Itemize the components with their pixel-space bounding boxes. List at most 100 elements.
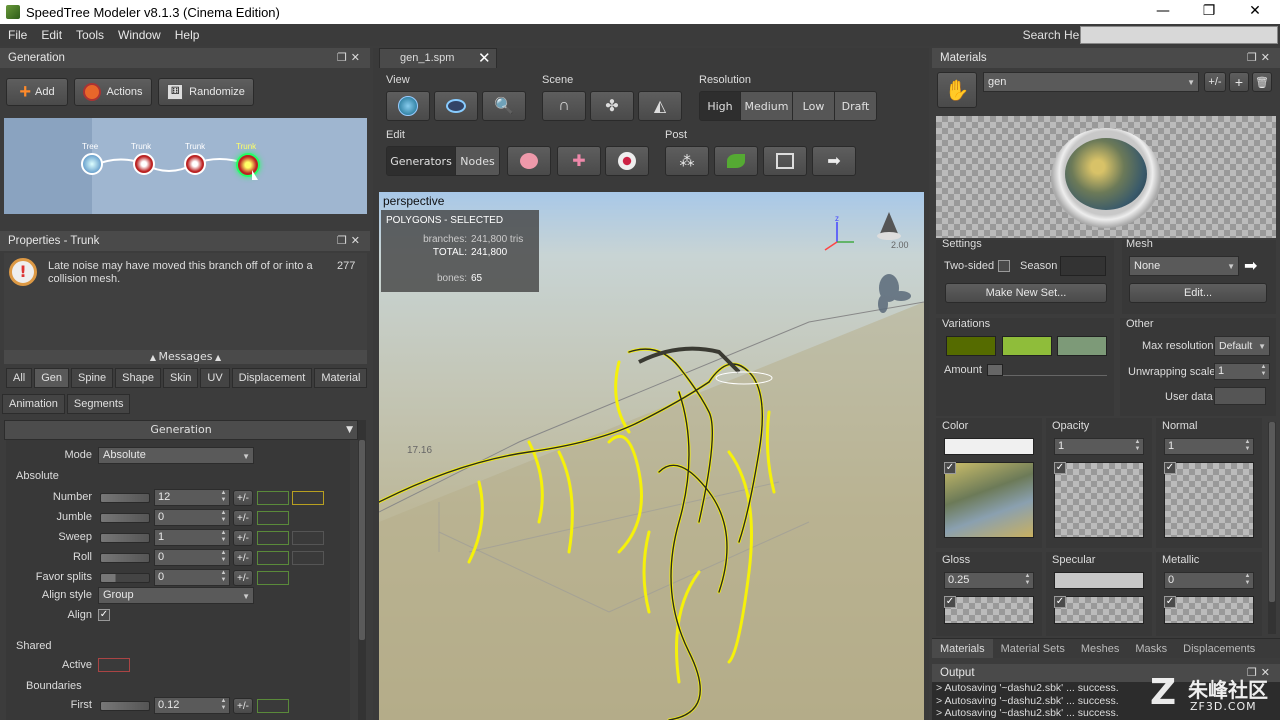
- post-export-button[interactable]: [763, 146, 807, 176]
- scene-wind-button[interactable]: ∩: [542, 91, 586, 121]
- spin-arrows-icon[interactable]: ▲ ▼: [219, 550, 228, 565]
- randomize-button[interactable]: ⚅ Randomize: [158, 78, 254, 106]
- map-value-field[interactable]: 1 ▲ ▼: [1164, 438, 1254, 455]
- align-style-dropdown[interactable]: Group: [98, 587, 254, 604]
- map-value-field[interactable]: 1 ▲ ▼: [1054, 438, 1144, 455]
- actions-button[interactable]: Actions: [74, 78, 152, 106]
- map-enable-checkbox[interactable]: ✓: [1164, 596, 1176, 608]
- row-value-field[interactable]: 1 ▲ ▼: [154, 529, 230, 546]
- row-slider[interactable]: [100, 533, 150, 543]
- spin-arrows-icon[interactable]: ▲ ▼: [219, 698, 228, 713]
- align-checkbox[interactable]: ✓: [98, 609, 110, 621]
- post-leaf-button[interactable]: [714, 146, 758, 176]
- row-curve-swatch[interactable]: [257, 571, 289, 585]
- spin-arrows-icon[interactable]: ▲ ▼: [219, 530, 228, 545]
- close-tab-icon[interactable]: ✕: [478, 49, 491, 67]
- map-texture-empty[interactable]: [1164, 596, 1254, 624]
- tab-all[interactable]: All: [6, 368, 33, 388]
- resolution-medium[interactable]: Medium: [740, 92, 792, 120]
- trunk-node-2-icon[interactable]: [184, 153, 206, 175]
- tab-displacements[interactable]: Displacements: [1175, 639, 1263, 658]
- map-color-swatch[interactable]: [944, 438, 1034, 455]
- edit-target-button[interactable]: [605, 146, 649, 176]
- variation-swatch[interactable]: [946, 336, 996, 356]
- 3d-viewport[interactable]: perspective z 2.00 17.16 POLYGONS - SELE…: [379, 192, 924, 720]
- pan-hand-button[interactable]: ✋: [937, 72, 977, 108]
- material-plus-minus-button[interactable]: +/-: [1204, 72, 1226, 92]
- edit-nodes-button[interactable]: Nodes: [455, 147, 499, 175]
- row-curve-swatch[interactable]: [257, 531, 289, 545]
- mesh-arrow-icon[interactable]: ➡: [1244, 256, 1268, 276]
- tab-meshes[interactable]: Meshes: [1073, 639, 1128, 658]
- add-material-button[interactable]: +: [1229, 72, 1249, 92]
- spin-arrows-icon[interactable]: ▲ ▼: [1243, 573, 1252, 588]
- tab-skin[interactable]: Skin: [162, 368, 199, 388]
- spin-arrows-icon[interactable]: ▲ ▼: [1243, 439, 1252, 454]
- tab-gen[interactable]: Gen: [34, 368, 70, 388]
- mesh-dropdown[interactable]: None: [1129, 256, 1239, 276]
- messages-toggle[interactable]: ▲ Messages ▲: [4, 350, 367, 364]
- trunk-node-1-icon[interactable]: [133, 153, 155, 175]
- active-color-swatch[interactable]: [98, 658, 130, 672]
- map-texture-empty[interactable]: [1054, 462, 1144, 538]
- first-slider[interactable]: [100, 701, 150, 711]
- tab-spine[interactable]: Spine: [71, 368, 114, 388]
- view-globe-button[interactable]: [386, 91, 430, 121]
- tree-node-icon[interactable]: [81, 153, 103, 175]
- properties-panel-controls-icon[interactable]: ❐✕: [337, 234, 364, 247]
- row-value-field[interactable]: 0 ▲ ▼: [154, 509, 230, 526]
- map-enable-checkbox[interactable]: ✓: [1054, 462, 1066, 474]
- row-slider[interactable]: [100, 513, 150, 523]
- amount-slider[interactable]: [987, 364, 1107, 376]
- material-preview[interactable]: [936, 116, 1276, 238]
- mode-dropdown[interactable]: Absolute: [98, 447, 254, 464]
- spin-arrows-icon[interactable]: ▲ ▼: [1023, 573, 1032, 588]
- menu-tools[interactable]: Tools: [69, 28, 111, 42]
- document-tab[interactable]: gen_1.spm ✕: [379, 48, 497, 68]
- resolution-low[interactable]: Low: [792, 92, 834, 120]
- node-graph[interactable]: Tree Trunk Trunk Trunk: [4, 118, 367, 214]
- row-curve-swatch[interactable]: [257, 551, 289, 565]
- map-enable-checkbox[interactable]: ✓: [944, 462, 956, 474]
- material-name-dropdown[interactable]: gen: [983, 72, 1199, 92]
- map-value-field[interactable]: 0.25 ▲ ▼: [944, 572, 1034, 589]
- tab-displacement[interactable]: Displacement: [231, 368, 313, 388]
- tab-animation[interactable]: Animation: [2, 394, 65, 414]
- variation-swatch[interactable]: [1057, 336, 1107, 356]
- edit-add-node-button[interactable]: ✚: [557, 146, 601, 176]
- resolution-high[interactable]: High: [700, 92, 740, 120]
- row-plus-minus-button[interactable]: +/-: [233, 570, 253, 586]
- spin-arrows-icon[interactable]: ▲ ▼: [219, 570, 228, 585]
- row-plus-minus-button[interactable]: +/-: [233, 550, 253, 566]
- generation-section-header[interactable]: Generation ▼: [4, 420, 358, 440]
- properties-scrollbar[interactable]: [358, 420, 366, 720]
- delete-material-icon[interactable]: 🗑: [1252, 72, 1272, 92]
- two-sided-checkbox[interactable]: [998, 260, 1010, 272]
- materials-panel-controls-icon[interactable]: ❐✕: [1247, 51, 1274, 64]
- map-value-field[interactable]: 0 ▲ ▼: [1164, 572, 1254, 589]
- row-plus-minus-button[interactable]: +/-: [233, 530, 253, 546]
- edit-brain-button[interactable]: [507, 146, 551, 176]
- spin-arrows-icon[interactable]: ▲ ▼: [219, 510, 228, 525]
- row-plus-minus-button[interactable]: +/-: [233, 490, 253, 506]
- user-data-field[interactable]: [1214, 387, 1266, 405]
- map-enable-checkbox[interactable]: ✓: [944, 596, 956, 608]
- menu-edit[interactable]: Edit: [34, 28, 69, 42]
- tab-segments[interactable]: Segments: [66, 394, 131, 414]
- tab-material-sets[interactable]: Material Sets: [993, 639, 1073, 658]
- max-resolution-dropdown[interactable]: Default: [1214, 336, 1270, 356]
- menu-help[interactable]: Help: [168, 28, 207, 42]
- row-variance-swatch[interactable]: [292, 491, 324, 505]
- minimize-button[interactable]: —: [1140, 0, 1186, 24]
- tab-masks[interactable]: Masks: [1127, 639, 1175, 658]
- season-field[interactable]: [1060, 256, 1106, 276]
- first-field[interactable]: 0.12 ▲ ▼: [154, 697, 230, 714]
- row-variance-swatch[interactable]: [292, 531, 324, 545]
- row-plus-minus-button[interactable]: +/-: [233, 510, 253, 526]
- menu-file[interactable]: File: [0, 28, 34, 42]
- map-texture-empty[interactable]: [1164, 462, 1254, 538]
- map-enable-checkbox[interactable]: ✓: [1164, 462, 1176, 474]
- add-button[interactable]: + Add: [6, 78, 68, 106]
- make-new-set-button[interactable]: Make New Set...: [945, 283, 1107, 303]
- scene-light-button[interactable]: ◭: [638, 91, 682, 121]
